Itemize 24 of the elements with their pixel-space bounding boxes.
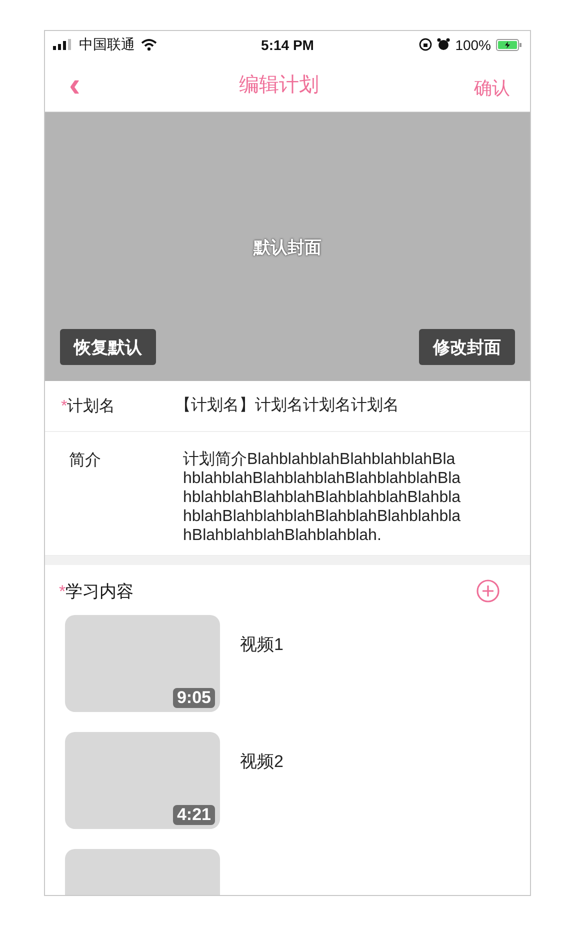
video-thumbnail[interactable]: 9:05 <box>65 615 220 712</box>
battery-percent: 100% <box>455 36 492 52</box>
page-title: 编辑计划 <box>239 73 320 98</box>
wifi-icon <box>141 38 157 50</box>
field-label: *计划名 <box>61 396 116 417</box>
field-value[interactable]: 【计划名】计划名计划名计划名 <box>175 396 453 417</box>
video-duration: 4:21 <box>172 805 215 825</box>
field-label: 简介 <box>68 451 102 471</box>
status-time: 5:14 PM <box>261 36 314 52</box>
signal-icon <box>53 39 73 50</box>
carrier-name: 中国联通 <box>79 36 135 54</box>
video-duration: 9:05 <box>172 688 215 708</box>
video-thumbnail[interactable]: 4:21 <box>65 732 220 829</box>
change-cover-button[interactable]: 修改封面 <box>419 329 515 365</box>
reset-cover-button[interactable]: 恢复默认 <box>60 329 156 365</box>
video-title[interactable]: 视频1 <box>240 633 284 656</box>
alarm-icon <box>437 38 450 51</box>
video-title[interactable]: 视频2 <box>240 750 284 773</box>
orientation-lock-icon <box>419 38 432 51</box>
add-icon[interactable] <box>476 579 500 603</box>
field-value[interactable]: 计划简介BlahblahblahBlahblahblahBlahblahblahBlahblahblahBlahblahblahBlahblahblahBlahblahBlahblahblahBlahblahblahBlahblahblahBlahblahBlahblahblahBlahblahblahBlahblahblah. <box>183 450 461 545</box>
battery-icon <box>496 38 522 50</box>
cover-label: 默认封面 <box>254 237 322 259</box>
section-title: *学习内容 <box>59 580 134 602</box>
